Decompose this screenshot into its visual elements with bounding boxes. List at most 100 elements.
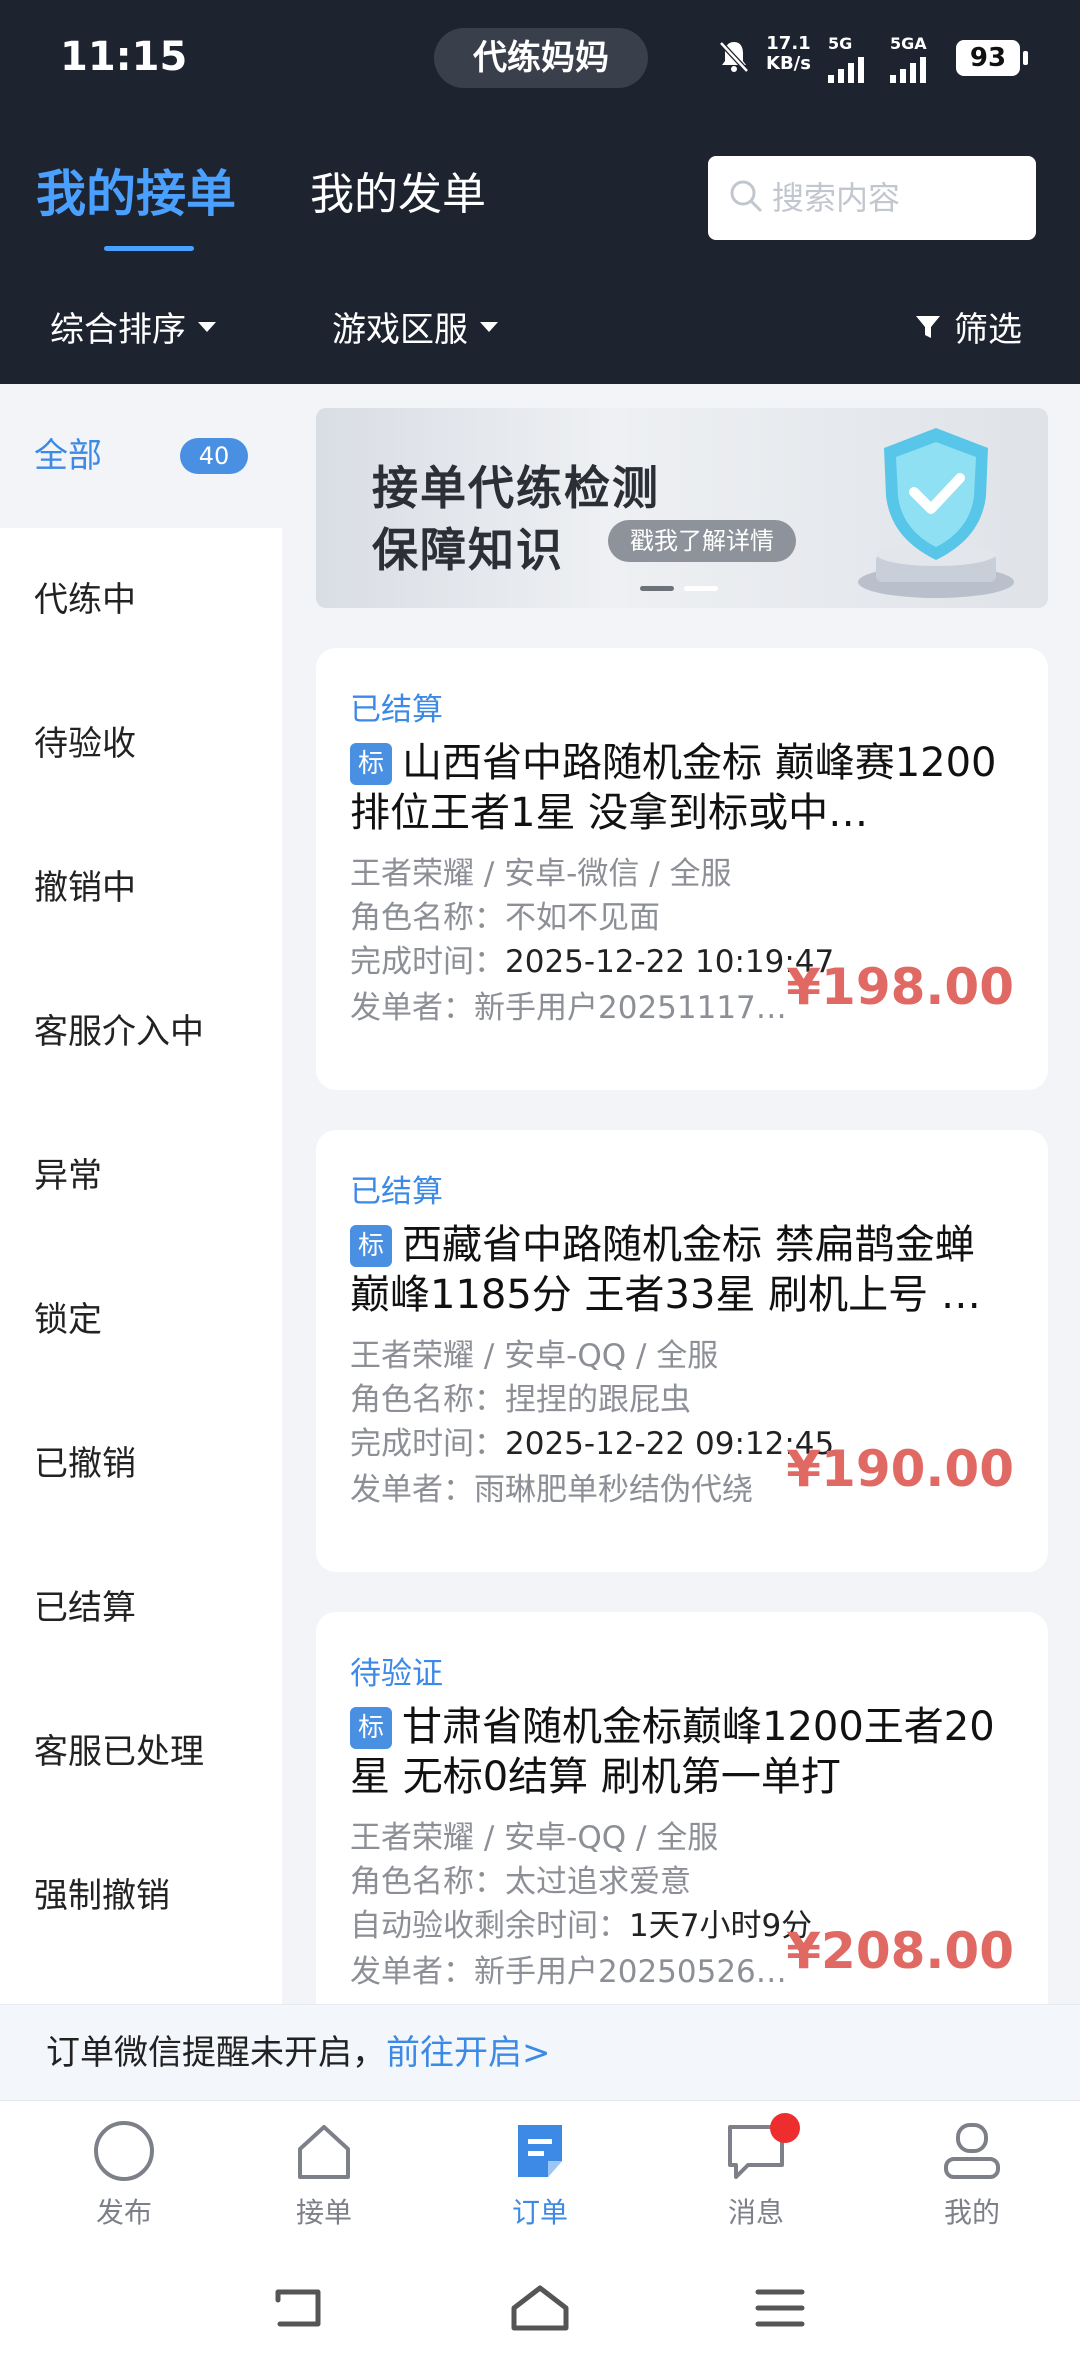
- circle-icon: [94, 2121, 154, 2181]
- time-value: 2025-12-22 10:19:47: [505, 944, 835, 980]
- order-publisher: 发单者：新手用户20250526…: [350, 1946, 787, 1991]
- publisher-label: 发单者：: [350, 990, 474, 1026]
- sidebar-item-settled[interactable]: 已结算: [0, 1536, 282, 1680]
- role-value: 捏捏的跟屁虫: [505, 1382, 691, 1418]
- signal-5g: 5G: [828, 34, 864, 83]
- banner-title-line1: 接单代练检测: [372, 461, 660, 515]
- order-price: ¥190.00: [786, 1440, 1014, 1498]
- order-game: 王者荣耀 / 安卓-QQ / 全服: [350, 1820, 719, 1856]
- filter-bar: 综合排序 游戏区服 筛选: [0, 290, 1080, 360]
- home-system-icon[interactable]: [508, 2284, 572, 2332]
- sidebar-item-cancelled[interactable]: 已撤销: [0, 1392, 282, 1536]
- nav-accept[interactable]: 接单: [254, 2119, 394, 2231]
- nav-messages[interactable]: 消息: [686, 2113, 826, 2231]
- signal-5ga: 5GA: [890, 34, 927, 83]
- publisher-value: 新手用户202511175…: [474, 990, 804, 1026]
- order-game: 王者荣耀 / 安卓-微信 / 全服: [350, 856, 732, 892]
- order-title-text: 山西省中路随机金标 巅峰赛1200 排位王者1星 没拿到标或中…: [350, 740, 997, 836]
- publisher-label: 发单者：: [350, 1954, 474, 1990]
- time-label: 完成时间：: [350, 944, 505, 980]
- order-title: 标山西省中路随机金标 巅峰赛1200 排位王者1星 没拿到标或中…: [350, 738, 1020, 838]
- sidebar-item-locked[interactable]: 锁定: [0, 1248, 282, 1392]
- order-role: 角色名称：太过追求爱意: [350, 1856, 691, 1901]
- nav-publish[interactable]: 发布: [54, 2119, 194, 2231]
- promo-banner[interactable]: 接单代练检测 保障知识 戳我了解详情: [316, 408, 1048, 608]
- battery-icon: 93: [956, 40, 1028, 76]
- net-speed: 17.1 KB/s: [766, 34, 811, 74]
- status-bar: 11:15 代练妈妈 17.1 KB/s 5G 5GA 93: [0, 0, 1080, 116]
- sort-dropdown[interactable]: 综合排序: [50, 302, 216, 351]
- publisher-value: 雨琳肥单秒结伪代绕: [474, 1472, 753, 1508]
- time-label: 自动验收剩余时间：: [350, 1908, 629, 1944]
- shield-check-icon: [858, 428, 1014, 598]
- sidebar-item-support-intervening[interactable]: 客服介入中: [0, 960, 282, 1104]
- sidebar-item-all[interactable]: 全部 40: [0, 384, 282, 528]
- nav-orders[interactable]: 订单: [470, 2119, 610, 2231]
- notice-text: 订单微信提醒未开启，: [46, 2033, 386, 2073]
- publisher-label: 发单者：: [350, 1472, 474, 1508]
- search-box[interactable]: [708, 156, 1036, 240]
- order-price: ¥198.00: [786, 958, 1014, 1016]
- header: 11:15 代练妈妈 17.1 KB/s 5G 5GA 93 我的接单 我的发单: [0, 0, 1080, 384]
- nav-profile[interactable]: 我的: [902, 2119, 1042, 2231]
- app-pill: 代练妈妈: [434, 28, 648, 88]
- order-title-text: 甘肃省随机金标巅峰1200王者20星 无标0结算 刷机第一单打: [350, 1704, 995, 1800]
- profile-icon: [944, 2123, 1000, 2179]
- order-time: 完成时间：2025-12-22 09:12:45: [350, 1418, 834, 1463]
- tab-my-published[interactable]: 我的发单: [310, 158, 486, 222]
- publisher-value: 新手用户20250526…: [474, 1954, 787, 1990]
- gold-tag-icon: 标: [350, 1707, 392, 1749]
- nav-label: 消息: [727, 2196, 784, 2229]
- order-status: 已结算: [350, 1174, 443, 1210]
- order-status: 已结算: [350, 692, 443, 728]
- order-card[interactable]: 已结算 标西藏省中路随机金标 禁扁鹊金蝉 巅峰1185分 王者33星 刷机上号 …: [316, 1130, 1048, 1572]
- order-card[interactable]: 待验证 标甘肃省随机金标巅峰1200王者20星 无标0结算 刷机第一单打 王者荣…: [316, 1612, 1048, 2004]
- nav-label: 我的: [943, 2196, 1000, 2229]
- nav-label: 发布: [95, 2196, 152, 2229]
- order-tabs: 我的接单 我的发单: [0, 140, 1080, 260]
- time-value: 2025-12-22 09:12:45: [505, 1426, 835, 1462]
- sidebar-item-abnormal[interactable]: 异常: [0, 1104, 282, 1248]
- sidebar-item-cancelling[interactable]: 撤销中: [0, 816, 282, 960]
- order-card[interactable]: 已结算 标山西省中路随机金标 巅峰赛1200 排位王者1星 没拿到标或中… 王者…: [316, 648, 1048, 1090]
- system-nav-bar: [0, 2240, 1080, 2376]
- order-title: 标西藏省中路随机金标 禁扁鹊金蝉 巅峰1185分 王者33星 刷机上号 …: [350, 1220, 1020, 1320]
- order-time: 完成时间：2025-12-22 10:19:47: [350, 936, 834, 981]
- search-input[interactable]: [772, 174, 1022, 222]
- sidebar-item-in-progress[interactable]: 代练中: [0, 528, 282, 672]
- gold-tag-icon: 标: [350, 1225, 392, 1267]
- nav-label: 接单: [295, 2196, 352, 2229]
- back-icon[interactable]: [270, 2284, 326, 2332]
- order-publisher: 发单者：雨琳肥单秒结伪代绕: [350, 1464, 753, 1509]
- order-price: ¥208.00: [786, 1922, 1014, 1980]
- enable-reminder-link[interactable]: 前往开启>: [386, 2033, 551, 2073]
- sort-label: 综合排序: [50, 310, 186, 350]
- tab-my-accepted[interactable]: 我的接单: [36, 154, 236, 226]
- filter-button[interactable]: 筛选: [914, 302, 1022, 351]
- order-role: 角色名称：不如不见面: [350, 892, 660, 937]
- server-dropdown[interactable]: 游戏区服: [332, 302, 498, 351]
- time-value: 1天7小时9分: [629, 1908, 813, 1944]
- menu-icon[interactable]: [752, 2284, 808, 2332]
- sidebar-item-support-handled[interactable]: 客服已处理: [0, 1680, 282, 1824]
- net-speed-value: 17.1: [766, 33, 811, 54]
- bell-muted-icon: [719, 41, 749, 73]
- status-sidebar: 全部 40 代练中 待验收 撤销中 客服介入中 异常 锁定 已撤销 已结算 客服…: [0, 384, 282, 2004]
- order-role: 角色名称：捏捏的跟屁虫: [350, 1374, 691, 1419]
- sidebar-item-forced-cancel[interactable]: 强制撤销: [0, 1824, 282, 1968]
- banner-pagination: [640, 586, 718, 591]
- tab-underline: [104, 246, 194, 251]
- signal-5g-label: 5G: [828, 34, 853, 53]
- role-label: 角色名称：: [350, 1864, 505, 1900]
- banner-details-button[interactable]: 戳我了解详情: [608, 520, 796, 562]
- signal-5ga-label: 5GA: [890, 34, 927, 53]
- sidebar-item-pending-acceptance[interactable]: 待验收: [0, 672, 282, 816]
- order-status: 待验证: [350, 1656, 443, 1692]
- status-time: 11:15: [60, 34, 188, 80]
- order-title-text: 西藏省中路随机金标 禁扁鹊金蝉 巅峰1185分 王者33星 刷机上号 …: [350, 1222, 981, 1318]
- order-publisher: 发单者：新手用户202511175…: [350, 982, 804, 1027]
- home-icon: [298, 2125, 350, 2179]
- nav-label: 订单: [511, 2196, 568, 2229]
- caret-down-icon: [480, 321, 498, 332]
- role-label: 角色名称：: [350, 1382, 505, 1418]
